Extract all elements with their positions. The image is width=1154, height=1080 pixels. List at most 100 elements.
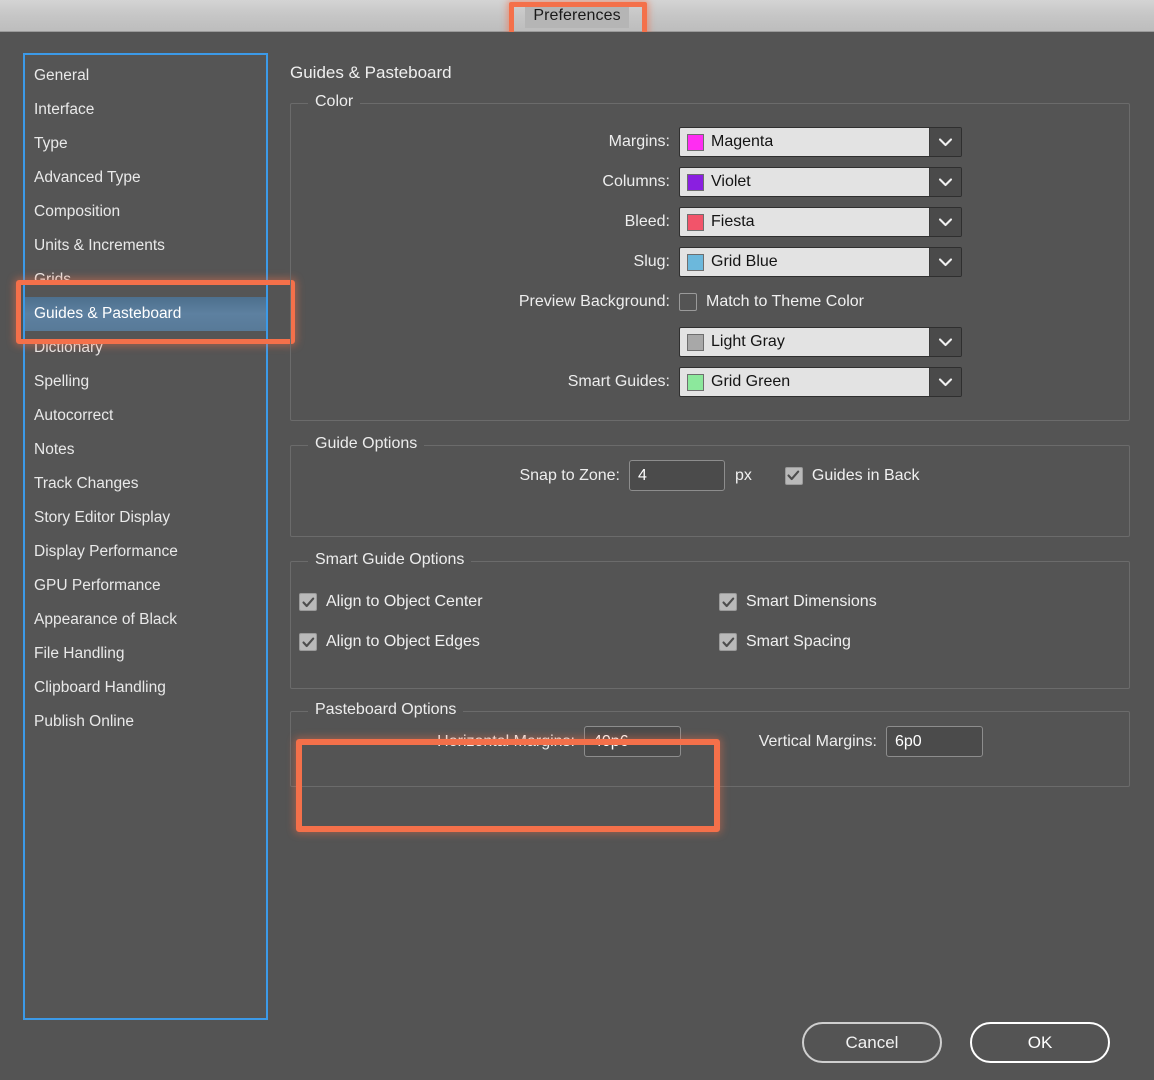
cancel-button[interactable]: Cancel [802, 1022, 942, 1063]
smart-guide-options-section: Smart Guide Options Align to Object Cent… [290, 551, 1130, 689]
sidebar-item-label: Advanced Type [34, 169, 141, 186]
preview-background-color-dropdown[interactable]: Light Gray [679, 327, 962, 357]
sidebar-item-label: Units & Increments [34, 237, 165, 254]
align-object-center-checkbox[interactable] [299, 593, 317, 611]
sidebar-item-guides-pasteboard[interactable]: Guides & Pasteboard [25, 297, 266, 331]
smart-guides-color-dropdown[interactable]: Grid Green [679, 367, 962, 397]
smart-dimensions-checkbox[interactable] [719, 593, 737, 611]
sidebar-item-label: GPU Performance [34, 577, 161, 594]
columns-color-dropdown[interactable]: Violet [679, 167, 962, 197]
columns-row: Columns: Violet [309, 162, 1111, 202]
smart-spacing-label: Smart Spacing [746, 633, 851, 650]
sidebar-item-file-handling[interactable]: File Handling [25, 637, 266, 671]
sidebar-item-label: File Handling [34, 645, 125, 662]
slug-color-dropdown[interactable]: Grid Blue [679, 247, 962, 277]
columns-color-value: Violet [711, 173, 751, 190]
bleed-color-dropdown[interactable]: Fiesta [679, 207, 962, 237]
sidebar-item-display-performance[interactable]: Display Performance [25, 535, 266, 569]
sidebar-item-label: Story Editor Display [34, 509, 171, 526]
margins-color-value: Magenta [711, 133, 774, 150]
sidebar-item-label: Dictionary [34, 339, 103, 356]
chevron-down-icon[interactable] [929, 328, 961, 356]
sidebar-item-label: Grids [34, 271, 72, 288]
sidebar-item-label: Clipboard Handling [34, 679, 166, 696]
bleed-dropdown-face[interactable]: Fiesta [680, 208, 929, 236]
align-object-edges-checkbox[interactable] [299, 633, 317, 651]
sidebar-item-composition[interactable]: Composition [25, 195, 266, 229]
sidebar-item-type[interactable]: Type [25, 127, 266, 161]
sidebar-item-interface[interactable]: Interface [25, 93, 266, 127]
guides-in-back-checkbox-wrap[interactable]: Guides in Back [784, 466, 920, 485]
sidebar-item-autocorrect[interactable]: Autocorrect [25, 399, 266, 433]
guides-in-back-label: Guides in Back [811, 466, 920, 484]
sidebar-item-clipboard-handling[interactable]: Clipboard Handling [25, 671, 266, 705]
sidebar-item-label: Track Changes [34, 475, 139, 492]
page-title: Guides & Pasteboard [290, 63, 452, 82]
bleed-row: Bleed: Fiesta [309, 202, 1111, 242]
preferences-category-list[interactable]: General Interface Type Advanced Type Composi… [23, 53, 268, 1020]
horizontal-margins-input[interactable]: 40p6 [584, 726, 681, 757]
guides-in-back-checkbox[interactable] [784, 466, 803, 485]
align-object-edges-checkbox-wrap[interactable]: Align to Object Edges [299, 622, 719, 662]
slug-label: Slug: [633, 253, 670, 270]
columns-dropdown-face[interactable]: Violet [680, 168, 929, 196]
sidebar-item-publish-online[interactable]: Publish Online [25, 705, 266, 739]
sidebar-item-appearance-of-black[interactable]: Appearance of Black [25, 603, 266, 637]
chevron-down-icon[interactable] [929, 168, 961, 196]
chevron-down-icon[interactable] [929, 368, 961, 396]
chevron-down-icon[interactable] [929, 128, 961, 156]
margins-label: Margins: [608, 133, 670, 150]
sidebar-item-label: Guides & Pasteboard [34, 305, 182, 322]
align-object-edges-label: Align to Object Edges [326, 633, 480, 650]
margins-dropdown-face[interactable]: Magenta [680, 128, 929, 156]
window-title: Preferences [0, 0, 1154, 32]
sidebar-item-advanced-type[interactable]: Advanced Type [25, 161, 266, 195]
smart-dimensions-checkbox-wrap[interactable]: Smart Dimensions [719, 582, 877, 622]
sidebar-item-label: Notes [34, 441, 75, 458]
smart-guides-color-swatch [687, 373, 704, 391]
sidebar-item-gpu-performance[interactable]: GPU Performance [25, 569, 266, 603]
sidebar-item-track-changes[interactable]: Track Changes [25, 467, 266, 501]
sidebar-item-notes[interactable]: Notes [25, 433, 266, 467]
sidebar-item-label: Autocorrect [34, 407, 114, 424]
columns-color-swatch [687, 173, 704, 191]
preview-background-color-swatch [687, 333, 704, 351]
preview-background-row: Preview Background: Match to Theme Color [309, 282, 1111, 322]
smart-spacing-checkbox[interactable] [719, 633, 737, 651]
columns-label: Columns: [602, 173, 670, 190]
align-object-center-label: Align to Object Center [326, 593, 483, 610]
window-title-label: Preferences [525, 4, 629, 28]
margins-color-dropdown[interactable]: Magenta [679, 127, 962, 157]
smart-spacing-checkbox-wrap[interactable]: Smart Spacing [719, 622, 877, 662]
match-theme-color-checkbox[interactable] [679, 293, 697, 311]
snap-to-zone-unit: px [735, 466, 752, 484]
slug-color-value: Grid Blue [711, 253, 778, 270]
chevron-down-icon[interactable] [929, 208, 961, 236]
guide-options-legend: Guide Options [308, 435, 425, 453]
snap-to-zone-input[interactable]: 4 [629, 460, 725, 491]
sidebar-item-label: Publish Online [34, 713, 134, 730]
margins-row: Margins: Magenta [309, 122, 1111, 162]
guide-options-section: Guide Options Snap to Zone: 4 px Guides … [290, 435, 1130, 537]
slug-dropdown-face[interactable]: Grid Blue [680, 248, 929, 276]
window-titlebar: Preferences [0, 0, 1154, 32]
match-theme-color-checkbox-wrap[interactable]: Match to Theme Color [679, 293, 864, 311]
sidebar-item-grids[interactable]: Grids [25, 263, 266, 297]
sidebar-item-label: General [34, 67, 90, 84]
sidebar-item-label: Type [34, 135, 68, 152]
chevron-down-icon[interactable] [929, 248, 961, 276]
smart-guides-dropdown-face[interactable]: Grid Green [680, 368, 929, 396]
align-object-center-checkbox-wrap[interactable]: Align to Object Center [299, 582, 719, 622]
smart-guides-label: Smart Guides: [567, 373, 670, 390]
preview-background-dropdown-face[interactable]: Light Gray [680, 328, 929, 356]
sidebar-item-dictionary[interactable]: Dictionary [25, 331, 266, 365]
dialog-footer-buttons: Cancel OK [802, 1022, 1110, 1063]
vertical-margins-input[interactable]: 6p0 [886, 726, 983, 757]
sidebar-item-story-editor-display[interactable]: Story Editor Display [25, 501, 266, 535]
sidebar-item-units-increments[interactable]: Units & Increments [25, 229, 266, 263]
sidebar-item-spelling[interactable]: Spelling [25, 365, 266, 399]
ok-button[interactable]: OK [970, 1022, 1110, 1063]
sidebar-item-general[interactable]: General [25, 59, 266, 93]
color-section-legend: Color [308, 93, 361, 111]
bleed-color-swatch [687, 213, 704, 231]
